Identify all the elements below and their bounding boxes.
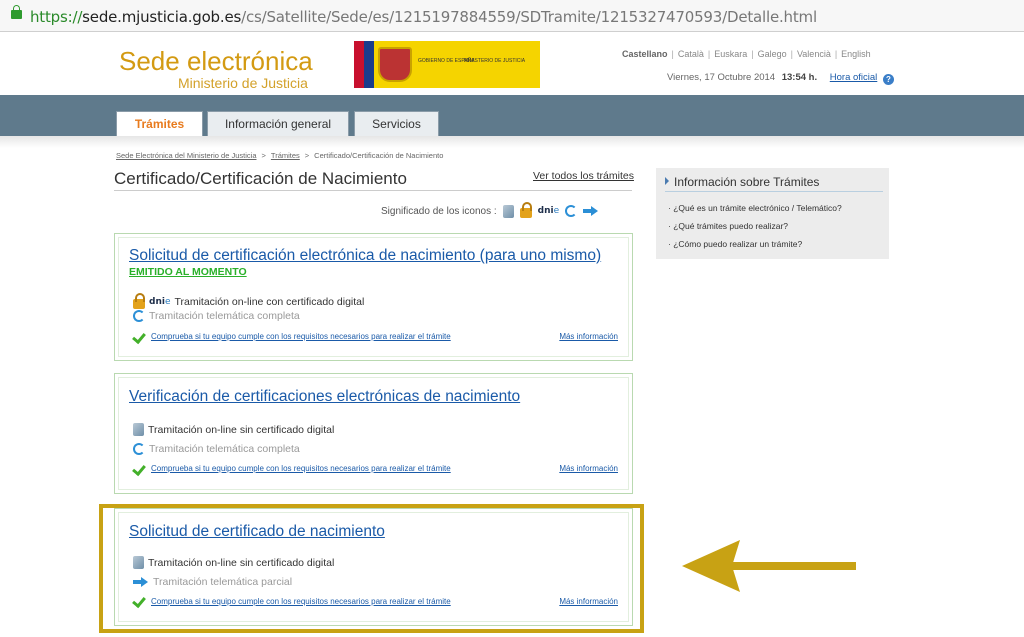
eu-flag-icon <box>364 41 374 88</box>
sidebar-item-what-is-procedure[interactable]: ¿Qué es un trámite electrónico / Telemát… <box>668 199 842 217</box>
procedure-title-link[interactable]: Solicitud de certificación electrónica d… <box>129 247 601 265</box>
procedure-title-link[interactable]: Verificación de certificaciones electrón… <box>129 388 520 406</box>
checkmark-icon <box>133 595 147 607</box>
procedure-feature-text: Tramitación on-line sin certificado digi… <box>148 423 335 436</box>
procedure-feature-row: Tramitación telemática completa <box>133 443 300 455</box>
current-time: 13:54 h. <box>781 72 818 83</box>
requirements-check-link[interactable]: Comprueba si tu equipo cumple con los re… <box>151 332 451 342</box>
breadcrumb-current: Certificado/Certificación de Nacimiento <box>314 151 444 160</box>
lock-icon[interactable] <box>519 202 532 218</box>
arrow-right-icon <box>133 577 149 587</box>
lang-valencia[interactable]: Valencià <box>797 49 831 59</box>
dni-icon: dnie <box>149 297 171 307</box>
title-divider <box>114 190 632 191</box>
procedure-feature-row: Tramitación on-line sin certificado digi… <box>133 423 334 436</box>
more-info-link[interactable]: Más información <box>559 597 618 606</box>
lang-catala[interactable]: Català <box>678 49 704 59</box>
coat-of-arms-icon <box>378 47 412 82</box>
breadcrumb-tramites[interactable]: Trámites <box>271 151 300 160</box>
procedure-feature-row: dnie Tramitación on-line con certificado… <box>133 293 365 309</box>
procedure-feature-text: Tramitación telemática completa <box>149 310 300 322</box>
card-reader-icon <box>133 423 144 436</box>
see-all-procedures-link[interactable]: Ver todos los trámites <box>533 170 634 182</box>
info-sidebar: Información sobre Trámites ¿Qué es un tr… <box>656 168 889 259</box>
procedure-card: Solicitud de certificado de nacimiento T… <box>114 508 633 626</box>
more-info-link[interactable]: Más información <box>559 332 618 341</box>
procedure-feature-text: Tramitación on-line sin certificado digi… <box>148 556 335 569</box>
refresh-icon[interactable] <box>565 205 578 217</box>
checkmark-icon <box>133 463 147 475</box>
site-header: Sede electrónica Ministerio de Justicia … <box>0 33 1024 95</box>
procedure-card: Solicitud de certificación electrónica d… <box>114 233 633 361</box>
main-navigation: Trámites Información general Servicios <box>0 95 1024 136</box>
procedure-card: Verificación de certificaciones electrón… <box>114 373 633 494</box>
dni-icon[interactable]: dnie <box>538 206 559 216</box>
current-date: Viernes, 17 Octubre 2014 <box>667 72 776 83</box>
breadcrumb: Sede Electrónica del Ministerio de Justi… <box>116 151 444 160</box>
icon-legend: Significado de los iconos : dnie <box>381 202 599 218</box>
government-logo[interactable]: GOBIERNO DE ESPAÑA MINISTERIO DE JUSTICI… <box>354 41 540 88</box>
tab-tramites[interactable]: Trámites <box>116 111 203 136</box>
procedure-title-link[interactable]: Solicitud de certificado de nacimiento <box>129 523 385 541</box>
arrow-right-icon[interactable] <box>583 206 599 216</box>
url-text[interactable]: https://sede.mjusticia.gob.es/cs/Satelli… <box>30 8 817 26</box>
pointer-arrow-icon <box>682 540 856 592</box>
card-reader-icon[interactable] <box>502 204 514 218</box>
sidebar-item-how-to-procedure[interactable]: ¿Cómo puedo realizar un trámite? <box>668 235 842 253</box>
more-info-link[interactable]: Más información <box>559 464 618 473</box>
lang-galego[interactable]: Galego <box>758 49 787 59</box>
checkmark-icon <box>133 331 147 343</box>
procedure-feature-text: Tramitación telemática parcial <box>153 576 293 588</box>
flag-red-stripe <box>354 41 364 88</box>
procedure-feature-row: Tramitación telemática parcial <box>133 576 292 588</box>
lang-english[interactable]: English <box>841 49 871 59</box>
lang-castellano[interactable]: Castellano <box>622 49 668 59</box>
help-icon[interactable]: ? <box>882 74 894 85</box>
browser-address-bar[interactable]: https://sede.mjusticia.gob.es/cs/Satelli… <box>0 0 1024 32</box>
language-selector: Castellano | Català | Euskara | Galego | Valenci… <box>622 49 871 59</box>
procedure-feature-row: Tramitación on-line sin certificado digi… <box>133 556 334 569</box>
sidebar-divider <box>665 191 883 192</box>
procedure-feature-text: Tramitación on-line con certificado digi… <box>174 296 365 308</box>
lock-icon <box>133 293 145 309</box>
requirements-check-link[interactable]: Comprueba si tu equipo cumple con los re… <box>151 464 451 474</box>
procedure-feature-row: Tramitación telemática completa <box>133 310 300 322</box>
official-time-link[interactable]: Hora oficial <box>830 72 878 83</box>
site-title[interactable]: Sede electrónica <box>119 46 313 77</box>
tab-informacion-general[interactable]: Información general <box>207 111 349 136</box>
nav-shadow <box>0 136 1024 148</box>
card-reader-icon <box>133 556 144 569</box>
breadcrumb-home[interactable]: Sede Electrónica del Ministerio de Justi… <box>116 151 257 160</box>
legend-label: Significado de los iconos : <box>381 205 497 217</box>
refresh-icon <box>133 443 145 455</box>
requirements-check-link[interactable]: Comprueba si tu equipo cumple con los re… <box>151 597 451 607</box>
procedure-feature-text: Tramitación telemática completa <box>149 443 300 455</box>
lang-euskara[interactable]: Euskara <box>714 49 747 59</box>
gov-logo-text-2: MINISTERIO DE JUSTICIA <box>464 58 526 64</box>
sidebar-title: Información sobre Trámites <box>665 175 819 189</box>
lock-icon <box>11 5 22 19</box>
issued-immediately-badge[interactable]: EMITIDO AL MOMENTO <box>129 266 247 278</box>
tab-servicios[interactable]: Servicios <box>354 111 439 136</box>
sidebar-links: ¿Qué es un trámite electrónico / Telemát… <box>668 199 842 253</box>
page-title: Certificado/Certificación de Nacimiento <box>114 169 407 188</box>
site-subtitle: Ministerio de Justicia <box>178 75 308 91</box>
sidebar-item-which-procedures[interactable]: ¿Qué trámites puedo realizar? <box>668 217 842 235</box>
refresh-icon <box>133 310 145 322</box>
date-time: Viernes, 17 Octubre 2014 13:54 h. Hora o… <box>667 72 894 85</box>
